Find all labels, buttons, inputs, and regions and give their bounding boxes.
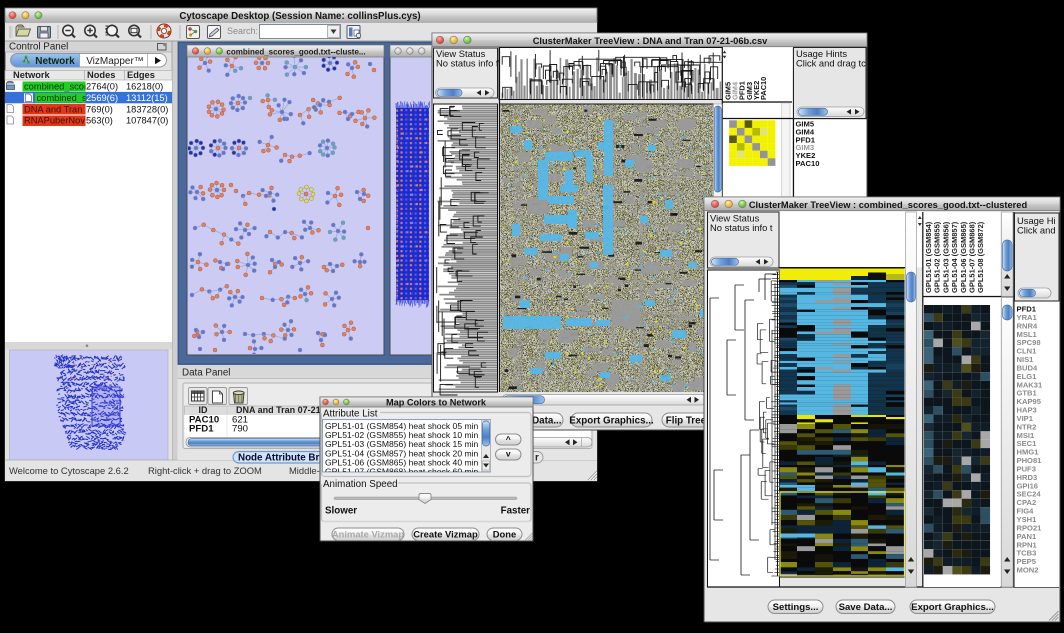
svg-text:GPL51-08 (GSM872): GPL51-08 (GSM872) bbox=[976, 221, 985, 293]
svg-text:GPL51-01 (GSM854): GPL51-01 (GSM854) bbox=[924, 221, 933, 293]
svg-text:2764(0): 2764(0) bbox=[86, 82, 118, 92]
svg-text:Attribute List: Attribute List bbox=[323, 409, 378, 420]
svg-text:PFD1: PFD1 bbox=[189, 423, 214, 434]
svg-text:Edges: Edges bbox=[127, 70, 155, 80]
svg-text:16218(0): 16218(0) bbox=[126, 82, 163, 92]
svg-text:Click and: Click and bbox=[1017, 225, 1056, 236]
svg-text:107847(0): 107847(0) bbox=[126, 116, 168, 126]
svg-text:GPL51-03 (GSM856): GPL51-03 (GSM856) bbox=[941, 221, 950, 293]
svg-text:Animation Speed: Animation Speed bbox=[323, 479, 398, 490]
svg-text:combined_scores_good.txt--clus: combined_scores_good.txt--cluste... bbox=[226, 48, 365, 57]
svg-text:PAC10: PAC10 bbox=[759, 77, 768, 100]
svg-text:Network: Network bbox=[13, 70, 51, 80]
svg-text:GPL51-02 (GSM855): GPL51-02 (GSM855) bbox=[933, 221, 942, 293]
svg-text:Slower: Slower bbox=[325, 506, 357, 517]
svg-text:183728(0): 183728(0) bbox=[126, 104, 168, 114]
svg-text:Save Data...: Save Data... bbox=[839, 602, 893, 613]
svg-text:Animate Vizmap: Animate Vizmap bbox=[332, 529, 405, 540]
svg-text:GPL51-04 (GSM857): GPL51-04 (GSM857) bbox=[950, 221, 959, 293]
svg-text:Right-click + drag to ZOOM: Right-click + drag to ZOOM bbox=[148, 465, 262, 476]
svg-text:769(0): 769(0) bbox=[86, 104, 113, 114]
svg-text:No status info t: No status info t bbox=[710, 222, 773, 233]
svg-text:790: 790 bbox=[232, 423, 248, 434]
svg-text:Network: Network bbox=[35, 56, 75, 67]
svg-text:ClusterMaker TreeView : DNA an: ClusterMaker TreeView : DNA and Tran 07-… bbox=[533, 36, 768, 46]
svg-text:ClusterMaker TreeView : combin: ClusterMaker TreeView : combined_scores_… bbox=[749, 200, 1028, 210]
svg-text:Create Vizmap: Create Vizmap bbox=[413, 529, 478, 540]
svg-text:GPL51-07 (GSM868): GPL51-07 (GSM868) bbox=[968, 221, 977, 293]
svg-text:Settings...: Settings... bbox=[773, 602, 819, 613]
svg-text:GPL51-06 (GSM865): GPL51-06 (GSM865) bbox=[959, 221, 968, 293]
svg-text:No status info f: No status info f bbox=[436, 58, 499, 69]
svg-text:Nodes: Nodes bbox=[87, 70, 115, 80]
svg-text:563(0): 563(0) bbox=[86, 116, 113, 126]
svg-text:^: ^ bbox=[506, 434, 511, 444]
svg-text:r: r bbox=[535, 453, 539, 464]
svg-text:v: v bbox=[506, 449, 511, 459]
svg-text:VizMapper™: VizMapper™ bbox=[86, 56, 144, 67]
svg-text:DNA and Tran 07: DNA and Tran 07 bbox=[24, 104, 95, 114]
svg-text:PAC10: PAC10 bbox=[796, 159, 820, 168]
svg-text:Middle-: Middle- bbox=[289, 465, 320, 476]
svg-text:Export Graphics...: Export Graphics... bbox=[911, 602, 994, 613]
svg-text:2569(6): 2569(6) bbox=[86, 93, 118, 103]
svg-text:Faster: Faster bbox=[501, 506, 531, 517]
svg-text:Search:: Search: bbox=[227, 26, 258, 36]
svg-text:Cytoscape Desktop (Session Nam: Cytoscape Desktop (Session Name: collins… bbox=[179, 11, 420, 22]
svg-text:Data Panel: Data Panel bbox=[182, 368, 230, 379]
svg-text:Welcome to Cytoscape 2.6.2: Welcome to Cytoscape 2.6.2 bbox=[9, 465, 129, 476]
svg-text:Export Graphics...: Export Graphics... bbox=[569, 415, 654, 426]
svg-text:Done: Done bbox=[493, 529, 516, 540]
svg-text:MON2: MON2 bbox=[1017, 566, 1039, 575]
svg-text:Map Colors to Network: Map Colors to Network bbox=[386, 397, 487, 407]
svg-text:Click and drag tc: Click and drag tc bbox=[796, 58, 866, 69]
svg-text:13112(15): 13112(15) bbox=[126, 93, 168, 103]
svg-text:Control Panel: Control Panel bbox=[9, 42, 68, 53]
